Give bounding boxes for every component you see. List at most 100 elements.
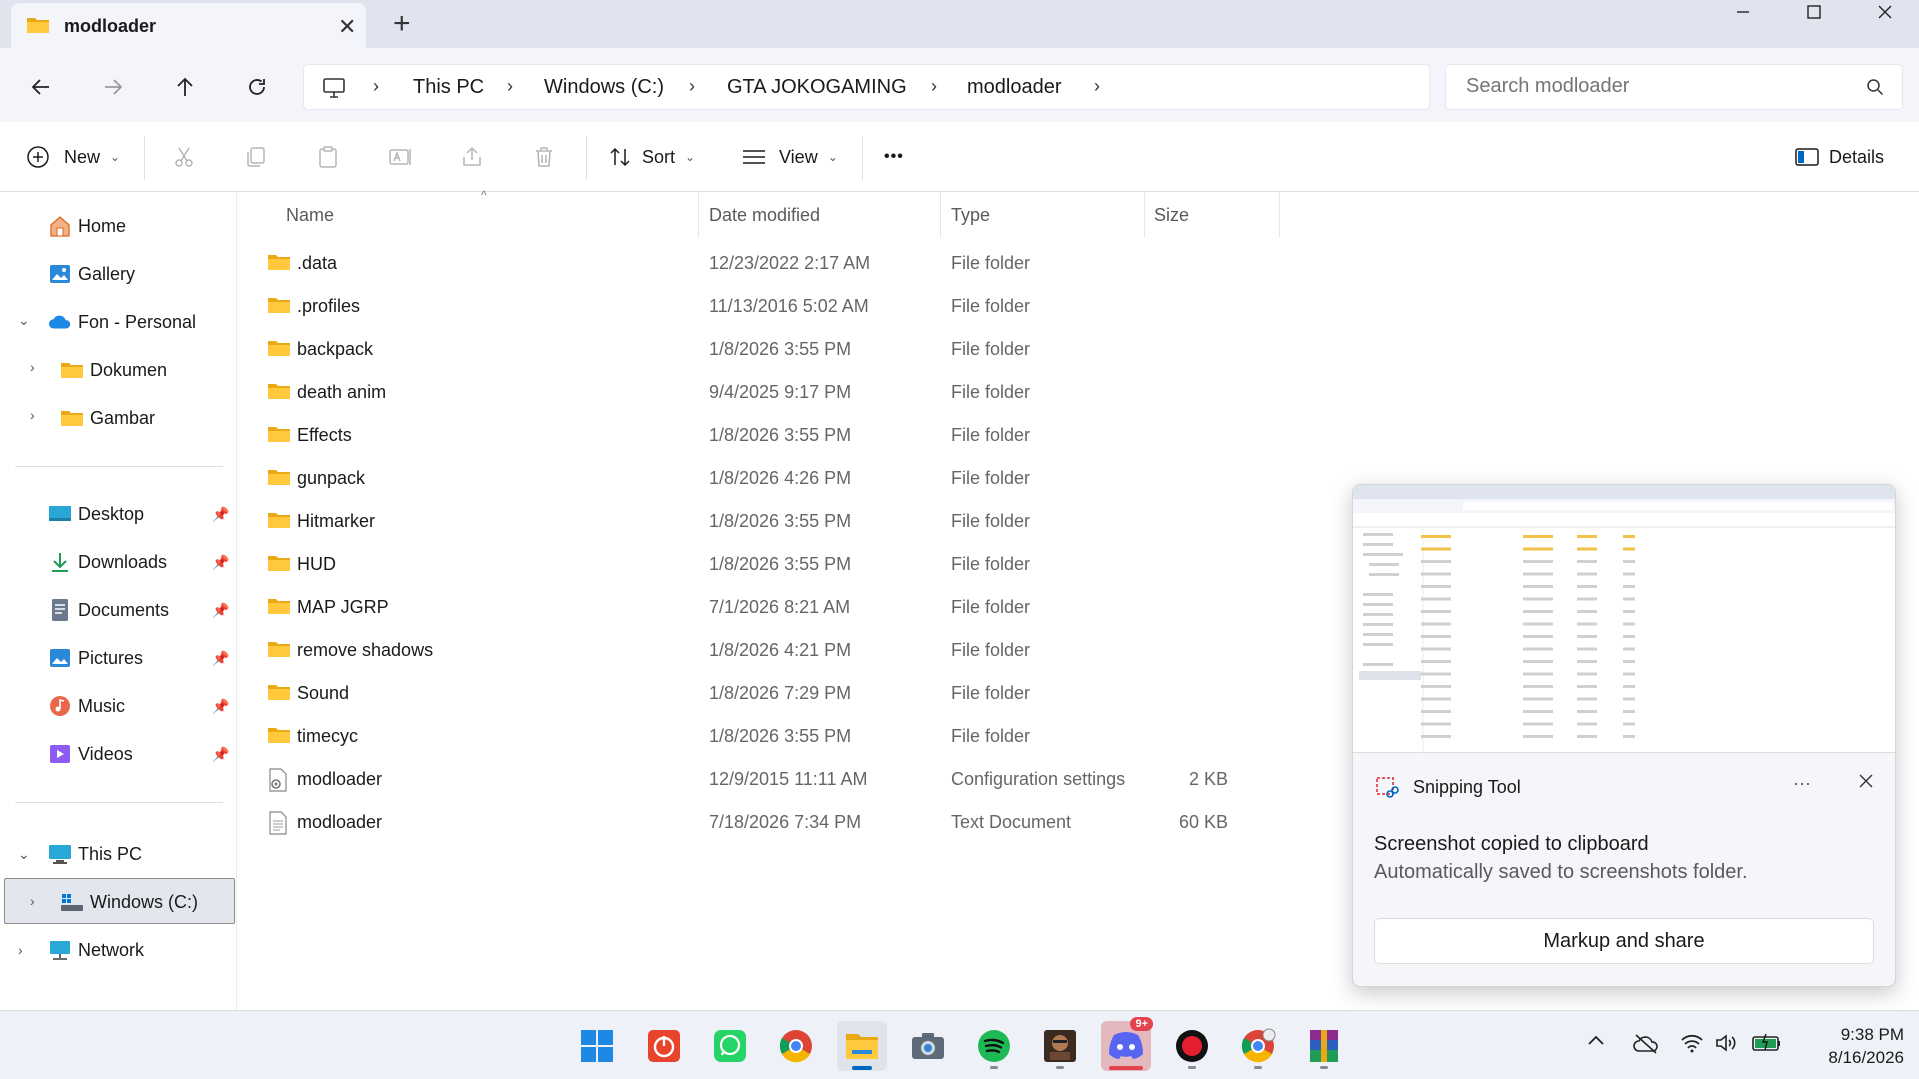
details-button[interactable]: Details [1795, 122, 1884, 192]
expand-chevron-icon[interactable]: › [30, 893, 35, 909]
spotify-icon[interactable] [969, 1021, 1019, 1071]
sidebar-item-pictures[interactable]: Pictures [48, 636, 143, 680]
sidebar-item-videos[interactable]: Videos [48, 732, 133, 776]
cloud-off-icon[interactable] [1633, 1033, 1659, 1055]
game-icon[interactable] [1035, 1021, 1085, 1071]
screenshot-thumbnail[interactable] [1353, 485, 1895, 753]
sidebar-item-this-pc[interactable]: This PC [48, 832, 142, 876]
office-icon[interactable] [639, 1021, 689, 1071]
maximize-button[interactable] [1784, 0, 1844, 24]
table-row[interactable]: Hitmarker 1/8/2026 3:55 PM File folder [238, 500, 1278, 543]
collapse-chevron-icon[interactable]: ⌄ [18, 846, 30, 863]
rename-button[interactable] [388, 122, 412, 192]
chrome-dev-icon[interactable] [1233, 1021, 1283, 1071]
view-button[interactable]: View ⌄ [741, 122, 838, 192]
file-explorer-icon[interactable] [837, 1021, 887, 1071]
column-separator[interactable] [1144, 192, 1145, 238]
column-header-name[interactable]: Name [286, 192, 716, 238]
table-row[interactable]: HUD 1/8/2026 3:55 PM File folder [238, 543, 1278, 586]
table-row[interactable]: modloader 7/18/2026 7:34 PM Text Document 6… [238, 801, 1278, 844]
sidebar-item-gambar[interactable]: Gambar [60, 396, 155, 440]
expand-chevron-icon[interactable]: › [18, 942, 23, 958]
obs-icon[interactable] [1167, 1021, 1217, 1071]
volume-icon[interactable] [1714, 1033, 1738, 1053]
column-separator[interactable] [940, 192, 941, 238]
battery-charging-icon[interactable] [1752, 1033, 1782, 1053]
close-tab-icon[interactable]: ✕ [338, 14, 356, 40]
new-tab-button[interactable]: + [393, 7, 411, 41]
sidebar-item-onedrive[interactable]: Fon - Personal [48, 300, 196, 344]
refresh-button[interactable] [240, 70, 274, 104]
chevron-right-icon[interactable]: › [507, 76, 513, 97]
whatsapp-icon[interactable] [705, 1021, 755, 1071]
chevron-right-icon[interactable]: › [373, 76, 379, 97]
pin-icon[interactable]: 📌 [212, 746, 229, 763]
breadcrumb-drive[interactable]: Windows (C:) [544, 76, 664, 99]
clock[interactable]: 9:38 PM 8/16/2026 [1804, 1023, 1904, 1069]
pin-icon[interactable]: 📌 [212, 698, 229, 715]
sidebar-item-windows-c[interactable]: Windows (C:) [60, 880, 198, 924]
forward-button[interactable] [96, 70, 130, 104]
copy-button[interactable] [244, 122, 268, 192]
minimize-button[interactable] [1713, 0, 1773, 24]
close-window-button[interactable] [1855, 0, 1915, 24]
search-input[interactable] [1466, 75, 1846, 98]
column-separator[interactable] [698, 192, 699, 238]
camera-icon[interactable] [903, 1021, 953, 1071]
discord-icon[interactable]: 9+ [1101, 1017, 1153, 1071]
delete-button[interactable] [532, 122, 556, 192]
cut-button[interactable] [172, 122, 196, 192]
new-button[interactable]: New ⌄ [26, 122, 120, 192]
breadcrumb-gta-folder[interactable]: GTA JOKOGAMING [727, 76, 907, 99]
sidebar-item-desktop[interactable]: Desktop [48, 492, 144, 536]
window-tab[interactable]: modloader ✕ [11, 3, 366, 48]
column-separator[interactable] [1279, 192, 1280, 238]
back-button[interactable] [24, 70, 58, 104]
table-row[interactable]: timecyc 1/8/2026 3:55 PM File folder [238, 715, 1278, 758]
sidebar-item-home[interactable]: Home [48, 204, 126, 248]
sidebar-item-network[interactable]: Network [48, 928, 144, 972]
column-header-date[interactable]: Date modified [709, 192, 939, 238]
chrome-icon[interactable] [771, 1021, 821, 1071]
table-row[interactable]: Sound 1/8/2026 7:29 PM File folder [238, 672, 1278, 715]
table-row[interactable]: .profiles 11/13/2016 5:02 AM File folder [238, 285, 1278, 328]
expand-chevron-icon[interactable]: › [30, 407, 35, 423]
table-row[interactable]: .data 12/23/2022 2:17 AM File folder [238, 242, 1278, 285]
breadcrumb-current[interactable]: modloader [967, 76, 1062, 99]
sidebar-item-music[interactable]: Music [48, 684, 125, 728]
start-icon[interactable] [572, 1021, 622, 1071]
sort-button[interactable]: Sort ⌄ [608, 122, 695, 192]
sidebar-item-documents[interactable]: Documents [48, 588, 169, 632]
show-hidden-icons-chevron-icon[interactable] [1586, 1033, 1606, 1047]
address-bar[interactable]: › This PC › Windows (C:) › GTA JOKOGAMIN… [303, 64, 1430, 110]
chevron-right-icon[interactable]: › [689, 76, 695, 97]
snipping-tool-notification[interactable]: Snipping Tool ··· Screenshot copied to c… [1352, 484, 1896, 987]
winrar-icon[interactable] [1299, 1021, 1349, 1071]
sidebar-item-dokumen[interactable]: Dokumen [60, 348, 167, 392]
pin-icon[interactable]: 📌 [212, 506, 229, 523]
collapse-chevron-icon[interactable]: ⌄ [18, 312, 30, 329]
close-icon[interactable] [1858, 773, 1874, 794]
table-row[interactable]: gunpack 1/8/2026 4:26 PM File folder [238, 457, 1278, 500]
up-button[interactable] [168, 70, 202, 104]
expand-chevron-icon[interactable]: › [30, 359, 35, 375]
more-options-button[interactable]: ••• [884, 122, 904, 192]
table-row[interactable]: Effects 1/8/2026 3:55 PM File folder [238, 414, 1278, 457]
sidebar-item-gallery[interactable]: Gallery [48, 252, 135, 296]
markup-and-share-button[interactable]: Markup and share [1374, 918, 1874, 964]
sidebar-item-downloads[interactable]: Downloads [48, 540, 167, 584]
pin-icon[interactable]: 📌 [212, 602, 229, 619]
chevron-right-icon[interactable]: › [931, 76, 937, 97]
table-row[interactable]: MAP JGRP 7/1/2026 8:21 AM File folder [238, 586, 1278, 629]
toast-more-options[interactable]: ··· [1793, 773, 1811, 794]
table-row[interactable]: backpack 1/8/2026 3:55 PM File folder [238, 328, 1278, 371]
column-header-type[interactable]: Type [951, 192, 1141, 238]
table-row[interactable]: death anim 9/4/2025 9:17 PM File folder [238, 371, 1278, 414]
wifi-icon[interactable] [1680, 1033, 1704, 1053]
table-row[interactable]: remove shadows 1/8/2026 4:21 PM File folde… [238, 629, 1278, 672]
table-row[interactable]: modloader 12/9/2015 11:11 AM Configuration… [238, 758, 1278, 801]
pin-icon[interactable]: 📌 [212, 650, 229, 667]
paste-button[interactable] [316, 122, 340, 192]
chevron-right-icon[interactable]: › [1094, 76, 1100, 97]
share-button[interactable] [460, 122, 484, 192]
